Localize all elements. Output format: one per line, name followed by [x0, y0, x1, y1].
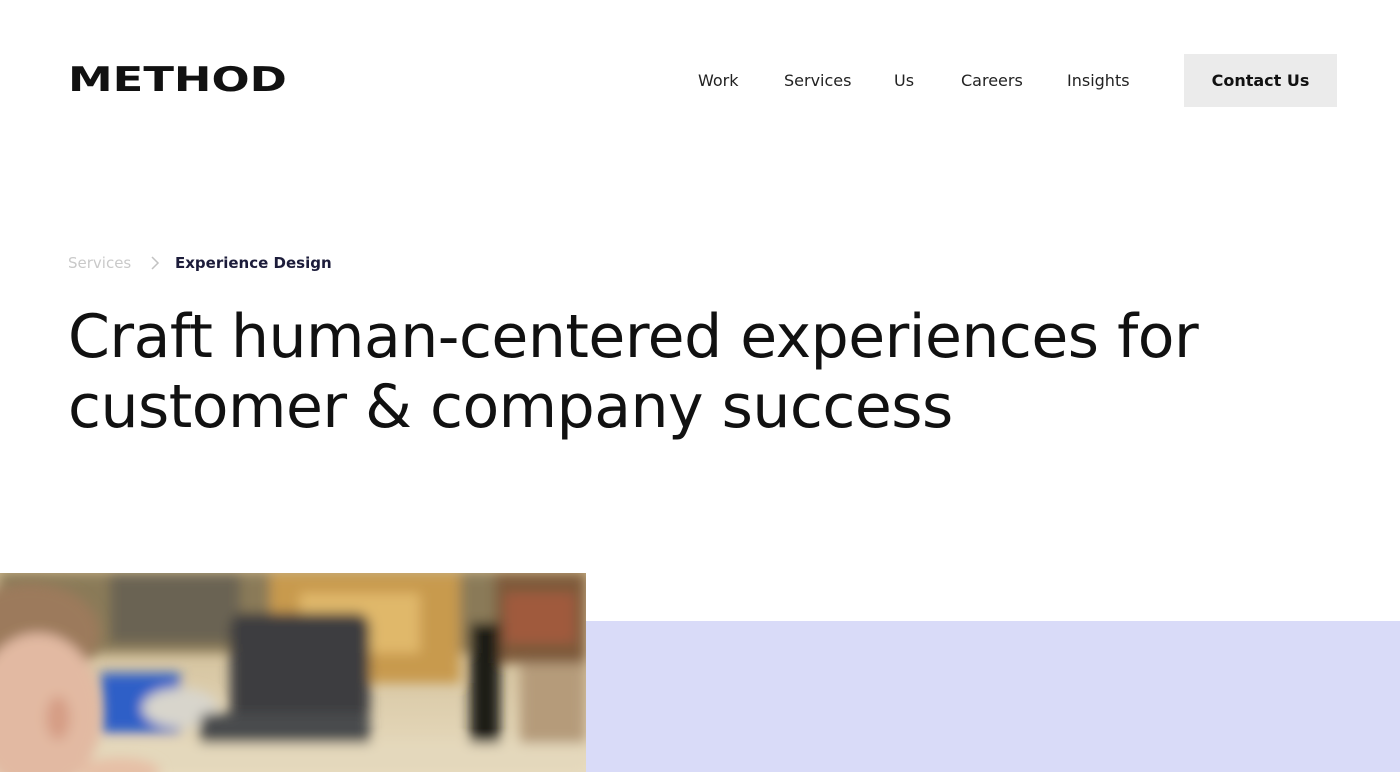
- nav-item-careers[interactable]: Careers: [961, 54, 1023, 107]
- breadcrumb: Services Experience Design: [68, 250, 668, 276]
- breadcrumb-services-link[interactable]: Services: [68, 250, 131, 276]
- nav-item-services[interactable]: Services: [784, 54, 851, 107]
- contact-us-button[interactable]: Contact Us: [1184, 54, 1337, 107]
- page-title: Craft human-centered experiences for cus…: [68, 302, 1199, 442]
- lavender-panel: [586, 621, 1400, 772]
- site-header: METHOD Work Services Us Careers Insights…: [0, 0, 1400, 160]
- main-nav: Work Services Us Careers Insights Contac…: [0, 54, 1400, 107]
- chevron-right-icon: [148, 250, 162, 276]
- nav-item-work[interactable]: Work: [698, 54, 739, 107]
- nav-item-us[interactable]: Us: [894, 54, 914, 107]
- breadcrumb-current: Experience Design: [175, 254, 332, 272]
- hero-image: [0, 573, 586, 772]
- nav-item-insights[interactable]: Insights: [1067, 54, 1130, 107]
